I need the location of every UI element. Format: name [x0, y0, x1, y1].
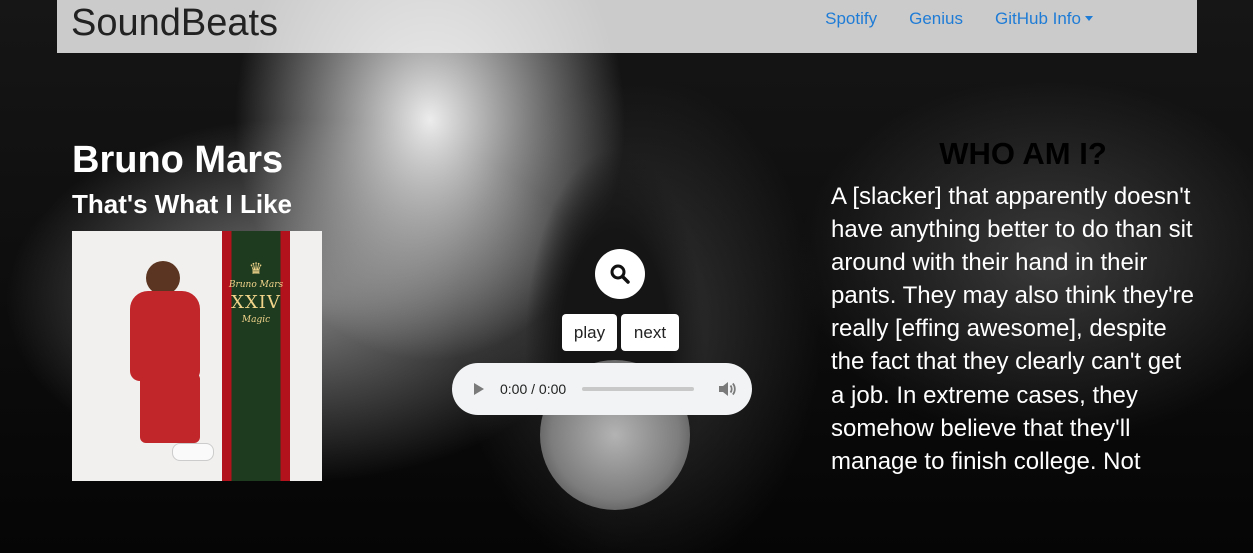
album-cover: ♛ Bruno Mars XXIV Magic	[72, 231, 322, 481]
album-band-text: ♛ Bruno Mars XXIV Magic	[222, 259, 290, 325]
brand-logo[interactable]: SoundBeats	[71, 1, 278, 45]
album-artist-script: Bruno Mars	[228, 280, 284, 290]
dropdown-label: GitHub Info	[995, 9, 1081, 28]
figure-head	[146, 261, 180, 295]
nav-link-spotify[interactable]: Spotify	[809, 8, 893, 30]
album-word: Magic	[241, 315, 271, 325]
album-numeral: XXIV	[231, 292, 281, 313]
figure-shirt	[130, 291, 200, 381]
nav-links: Spotify Genius GitHub Info	[809, 8, 1109, 30]
search-button[interactable]	[595, 249, 645, 299]
about-heading: WHO AM I?	[939, 136, 1107, 171]
caret-down-icon	[1085, 16, 1093, 21]
about-panel: WHO AM I? A [slacker] that apparently do…	[831, 136, 1201, 478]
nav-link-genius[interactable]: Genius	[893, 8, 979, 30]
artist-name: Bruno Mars	[72, 139, 284, 181]
search-icon	[610, 264, 630, 284]
about-text: A [slacker] that apparently doesn't have…	[831, 183, 1194, 475]
play-button[interactable]: play	[562, 314, 617, 351]
figure-legs	[140, 373, 200, 443]
next-button[interactable]: next	[621, 314, 679, 351]
crown-icon: ♛	[248, 259, 264, 278]
figure-shoes	[172, 443, 214, 461]
audio-player: 0:00 / 0:00	[452, 363, 752, 415]
audio-progress-bar[interactable]	[582, 387, 695, 391]
play-icon[interactable]	[474, 383, 484, 395]
github-info-dropdown[interactable]: GitHub Info	[979, 8, 1109, 30]
navbar: SoundBeats Spotify Genius GitHub Info	[57, 0, 1197, 53]
album-figure	[102, 253, 222, 473]
song-title: That's What I Like	[72, 189, 292, 219]
volume-icon[interactable]	[718, 381, 736, 397]
audio-time: 0:00 / 0:00	[500, 381, 567, 397]
track-info: Bruno Mars That's What I Like	[72, 138, 292, 220]
